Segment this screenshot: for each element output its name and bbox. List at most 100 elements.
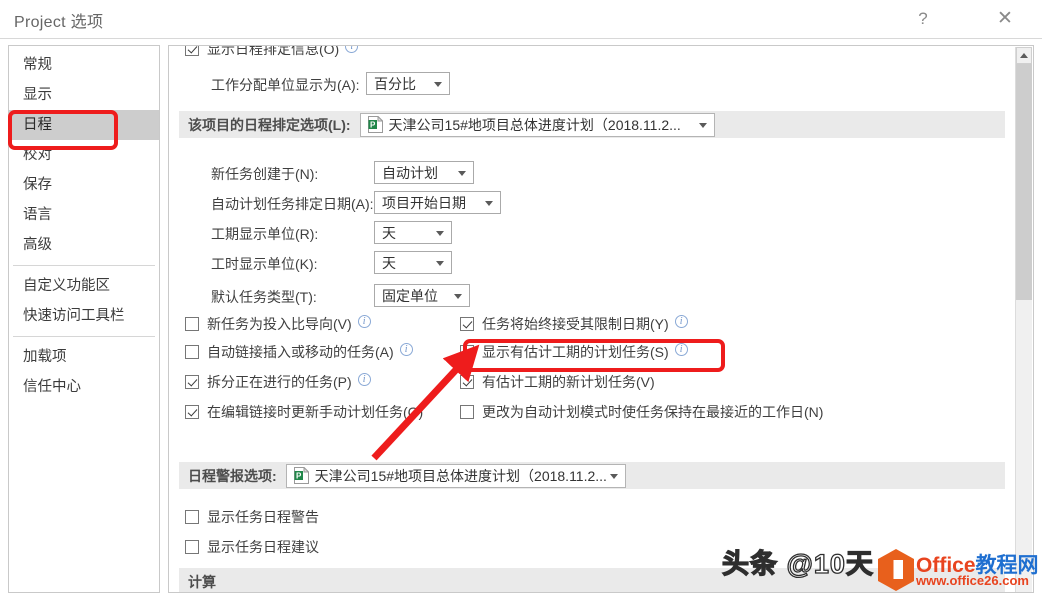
scrollbar-thumb[interactable]: [1016, 64, 1032, 300]
combo-default-task-type-value: 固定单位: [382, 287, 438, 304]
chevron-down-icon: [454, 293, 462, 299]
band-label-schedule-alert-options: 日程警报选项:: [188, 467, 277, 484]
chevron-down-icon: [698, 122, 707, 128]
sidebar-item-display[interactable]: 显示: [9, 80, 159, 110]
help-button[interactable]: ?: [900, 0, 946, 37]
checkbox-label-show-estimated-durations: 显示有估计工期的计划任务(S): [482, 344, 669, 360]
chevron-down-icon: [434, 81, 442, 87]
checkbox-keep-nearest-workday[interactable]: [460, 405, 474, 419]
checkbox-label-show-scheduling-messages: 显示日程排定信息(O): [207, 46, 340, 57]
checkbox-row-effort-driven[interactable]: 新任务为投入比导向(V) i: [185, 315, 371, 333]
sidebar-item-customize-ribbon[interactable]: 自定义功能区: [9, 271, 159, 301]
label-duration-units: 工期显示单位(R):: [211, 226, 319, 242]
sidebar-item-proofing[interactable]: 校对: [9, 140, 159, 170]
info-icon[interactable]: i: [674, 343, 688, 356]
checkbox-label-honor-constraint-dates: 任务将始终接受其限制日期(Y): [482, 316, 669, 332]
combo-project-selector[interactable]: P 天津公司15#地项目总体进度计划（2018.11.2...: [359, 112, 715, 137]
band-schedule-alert-options: 日程警报选项: P 天津公司15#地项目总体进度计划（2018.11.2...: [179, 462, 1005, 489]
sidebar-item-save[interactable]: 保存: [9, 170, 159, 200]
sidebar-item-language[interactable]: 语言: [9, 200, 159, 230]
combo-work-units-value: 百分比: [374, 75, 416, 92]
sidebar-item-addins[interactable]: 加载项: [9, 342, 159, 372]
combo-auto-scheduled-date-value: 项目开始日期: [382, 194, 466, 211]
label-default-task-type: 默认任务类型(T):: [211, 289, 317, 305]
checkbox-label-split-in-progress: 拆分正在进行的任务(P): [207, 374, 352, 390]
checkbox-row-new-tasks-estimated[interactable]: 有估计工期的新计划任务(V): [460, 373, 655, 391]
checkbox-row-honor-constraint-dates[interactable]: 任务将始终接受其限制日期(Y) i: [460, 315, 688, 333]
checkbox-label-keep-nearest-workday: 更改为自动计划模式时使任务保持在最接近的工作日(N): [482, 404, 824, 420]
chevron-down-icon: [485, 200, 493, 206]
checkbox-split-in-progress[interactable]: [185, 375, 199, 389]
dialog-title-bar: Project 选项 ? ✕: [0, 0, 1042, 39]
checkbox-show-estimated-durations[interactable]: [460, 345, 474, 359]
checkbox-show-task-schedule-suggestions[interactable]: [185, 540, 199, 554]
chevron-down-icon: [458, 170, 466, 176]
checkbox-new-tasks-estimated[interactable]: [460, 375, 474, 389]
checkbox-row-autolink[interactable]: 自动链接插入或移动的任务(A) i: [185, 343, 413, 361]
options-main-pane: 显示日程排定信息(O) i 工作分配单位显示为(A): 百分比 该项目的日程排定…: [168, 45, 1034, 593]
combo-new-tasks-created[interactable]: 自动计划: [374, 161, 474, 184]
combo-duration-units[interactable]: 天: [374, 221, 452, 244]
combo-alert-project-selector-value: 天津公司15#地项目总体进度计划（2018.11.2...: [314, 467, 607, 484]
checkbox-honor-constraint-dates[interactable]: [460, 317, 474, 331]
chevron-down-icon: [609, 473, 618, 479]
svg-text:P: P: [370, 120, 376, 129]
checkbox-row-split-in-progress[interactable]: 拆分正在进行的任务(P) i: [185, 373, 371, 391]
checkbox-show-scheduling-messages[interactable]: [185, 46, 199, 56]
label-work-display-units: 工时显示单位(K):: [211, 256, 318, 272]
checkbox-update-manual-tasks[interactable]: [185, 405, 199, 419]
scroll-up-button[interactable]: [1016, 47, 1032, 64]
sidebar-item-trust-center[interactable]: 信任中心: [9, 372, 159, 402]
triangle-up-icon: [1020, 53, 1028, 58]
options-scroll-content: 显示日程排定信息(O) i 工作分配单位显示为(A): 百分比 该项目的日程排定…: [169, 46, 1016, 592]
combo-new-tasks-created-value: 自动计划: [382, 164, 438, 181]
sidebar-item-quick-access-toolbar[interactable]: 快速访问工具栏: [9, 301, 159, 331]
checkbox-row-keep-nearest-workday[interactable]: 更改为自动计划模式时使任务保持在最接近的工作日(N): [460, 403, 823, 421]
sidebar-item-schedule[interactable]: 日程: [9, 110, 159, 140]
vertical-scrollbar[interactable]: [1015, 47, 1032, 592]
sidebar-item-general[interactable]: 常规: [9, 50, 159, 80]
sidebar-divider-2: [13, 336, 155, 337]
checkbox-row-show-task-schedule-suggestions[interactable]: 显示任务日程建议: [185, 538, 319, 556]
combo-work-units[interactable]: 百分比: [366, 72, 450, 95]
info-icon[interactable]: i: [345, 46, 359, 53]
chevron-down-icon: [436, 230, 444, 236]
band-project-schedule-options: 该项目的日程排定选项(L): P 天津公司15#地项目总体进度计划（2018.1…: [179, 111, 1005, 138]
close-button[interactable]: ✕: [982, 0, 1028, 37]
band-label-project-schedule-options: 该项目的日程排定选项(L):: [188, 116, 351, 133]
sidebar-item-advanced[interactable]: 高级: [9, 230, 159, 260]
page-title: Project 选项: [14, 14, 104, 31]
checkbox-row-show-scheduling-messages[interactable]: 显示日程排定信息(O) i: [185, 46, 359, 58]
combo-duration-units-value: 天: [382, 224, 396, 241]
info-icon[interactable]: i: [674, 315, 688, 328]
combo-work-display-units[interactable]: 天: [374, 251, 452, 274]
label-auto-scheduled-date: 自动计划任务排定日期(A):: [211, 196, 374, 212]
info-icon[interactable]: i: [399, 343, 413, 356]
band-calculation: 计算: [179, 568, 1005, 592]
chevron-down-icon: [436, 260, 444, 266]
checkbox-row-show-estimated-durations[interactable]: 显示有估计工期的计划任务(S) i: [460, 343, 688, 361]
svg-text:P: P: [296, 471, 302, 480]
project-file-icon: P: [367, 115, 384, 133]
checkbox-label-show-task-schedule-warnings: 显示任务日程警告: [207, 509, 319, 525]
checkbox-label-autolink: 自动链接插入或移动的任务(A): [207, 344, 394, 360]
checkbox-label-update-manual-tasks: 在编辑链接时更新手动计划任务(G): [207, 404, 424, 420]
label-work-units: 工作分配单位显示为(A):: [211, 77, 360, 93]
checkbox-effort-driven[interactable]: [185, 317, 199, 331]
checkbox-show-task-schedule-warnings[interactable]: [185, 510, 199, 524]
checkbox-row-show-task-schedule-warnings[interactable]: 显示任务日程警告: [185, 508, 319, 526]
combo-project-selector-value: 天津公司15#地项目总体进度计划（2018.11.2...: [388, 116, 681, 133]
combo-auto-scheduled-date[interactable]: 项目开始日期: [374, 191, 501, 214]
info-icon[interactable]: i: [357, 315, 371, 328]
sidebar: 常规 显示 日程 校对 保存 语言 高级 自定义功能区 快速访问工具栏 加载项 …: [8, 45, 160, 593]
info-icon[interactable]: i: [357, 373, 371, 386]
checkbox-label-show-task-schedule-suggestions: 显示任务日程建议: [207, 539, 319, 555]
checkbox-label-effort-driven: 新任务为投入比导向(V): [207, 316, 352, 332]
band-title-calculation: 计算: [188, 573, 216, 590]
project-file-icon: P: [293, 466, 310, 484]
combo-work-display-units-value: 天: [382, 254, 396, 271]
combo-default-task-type[interactable]: 固定单位: [374, 284, 470, 307]
checkbox-autolink[interactable]: [185, 345, 199, 359]
combo-alert-project-selector[interactable]: P 天津公司15#地项目总体进度计划（2018.11.2...: [285, 463, 626, 488]
checkbox-row-update-manual-tasks[interactable]: 在编辑链接时更新手动计划任务(G): [185, 403, 435, 421]
